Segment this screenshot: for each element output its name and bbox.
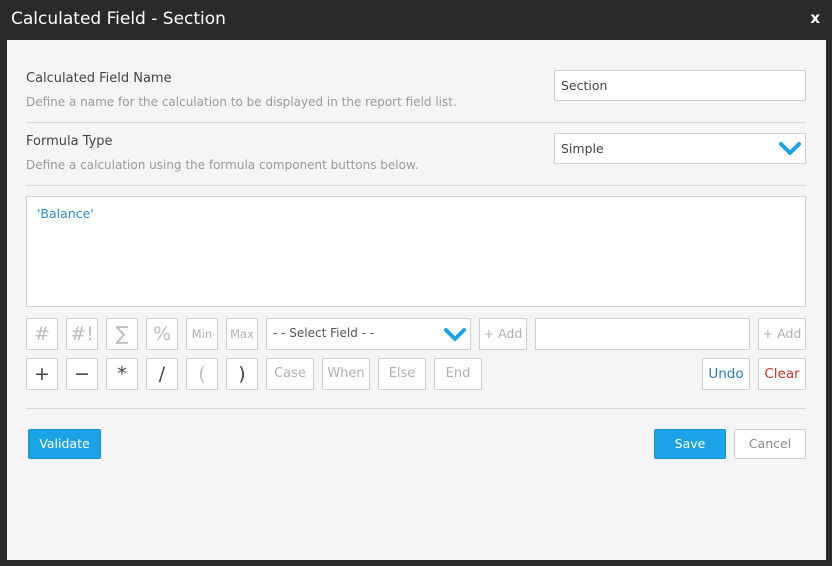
minus-button[interactable]: − xyxy=(66,358,98,390)
formula-type-description: Define a calculation using the formula c… xyxy=(26,158,419,172)
divide-button[interactable]: / xyxy=(146,358,178,390)
plus-button[interactable]: + xyxy=(26,358,58,390)
chevron-down-icon xyxy=(779,142,801,155)
when-button[interactable]: When xyxy=(322,358,370,390)
divider xyxy=(26,185,806,186)
select-field-value: - - Select Field - - xyxy=(273,326,375,340)
multiply-button[interactable]: * xyxy=(106,358,138,390)
field-name-input[interactable]: Section xyxy=(554,70,806,101)
validate-button[interactable]: Validate xyxy=(28,429,101,459)
select-field-dropdown[interactable]: - - Select Field - - xyxy=(266,318,471,350)
add-field-button[interactable]: + Add xyxy=(479,318,527,350)
hash-button[interactable]: # xyxy=(26,318,58,350)
else-button[interactable]: Else xyxy=(378,358,426,390)
calculated-field-dialog: Calculated Field - Section x Calculated … xyxy=(0,0,832,566)
constant-input[interactable] xyxy=(535,318,750,350)
formula-type-value: Simple xyxy=(561,141,604,156)
close-icon[interactable]: x xyxy=(810,9,820,27)
right-paren-button[interactable]: ) xyxy=(226,358,258,390)
name-label: Calculated Field Name xyxy=(26,71,172,86)
left-paren-button[interactable]: ( xyxy=(186,358,218,390)
dialog-title: Calculated Field - Section xyxy=(11,9,226,29)
formula-editor[interactable]: 'Balance' xyxy=(26,196,806,307)
min-button[interactable]: Min xyxy=(186,318,218,350)
sum-button[interactable]: ∑ xyxy=(106,318,138,350)
hash-bang-button[interactable]: #! xyxy=(66,318,98,350)
cancel-button[interactable]: Cancel xyxy=(734,429,806,459)
formula-text: 'Balance' xyxy=(37,206,94,221)
max-button[interactable]: Max xyxy=(226,318,258,350)
divider xyxy=(26,408,806,409)
formula-type-select[interactable]: Simple xyxy=(554,133,806,164)
name-description: Define a name for the calculation to be … xyxy=(26,95,457,109)
percent-button[interactable]: % xyxy=(146,318,178,350)
case-button[interactable]: Case xyxy=(266,358,314,390)
undo-button[interactable]: Undo xyxy=(702,358,750,390)
end-button[interactable]: End xyxy=(434,358,482,390)
formula-type-label: Formula Type xyxy=(26,134,113,149)
dialog-titlebar: Calculated Field - Section x xyxy=(0,0,832,40)
dialog-body: Calculated Field Name Define a name for … xyxy=(7,40,826,560)
divider xyxy=(26,122,806,123)
add-constant-button[interactable]: + Add xyxy=(758,318,806,350)
save-button[interactable]: Save xyxy=(654,429,726,459)
chevron-down-icon xyxy=(444,328,466,341)
clear-button[interactable]: Clear xyxy=(758,358,806,390)
